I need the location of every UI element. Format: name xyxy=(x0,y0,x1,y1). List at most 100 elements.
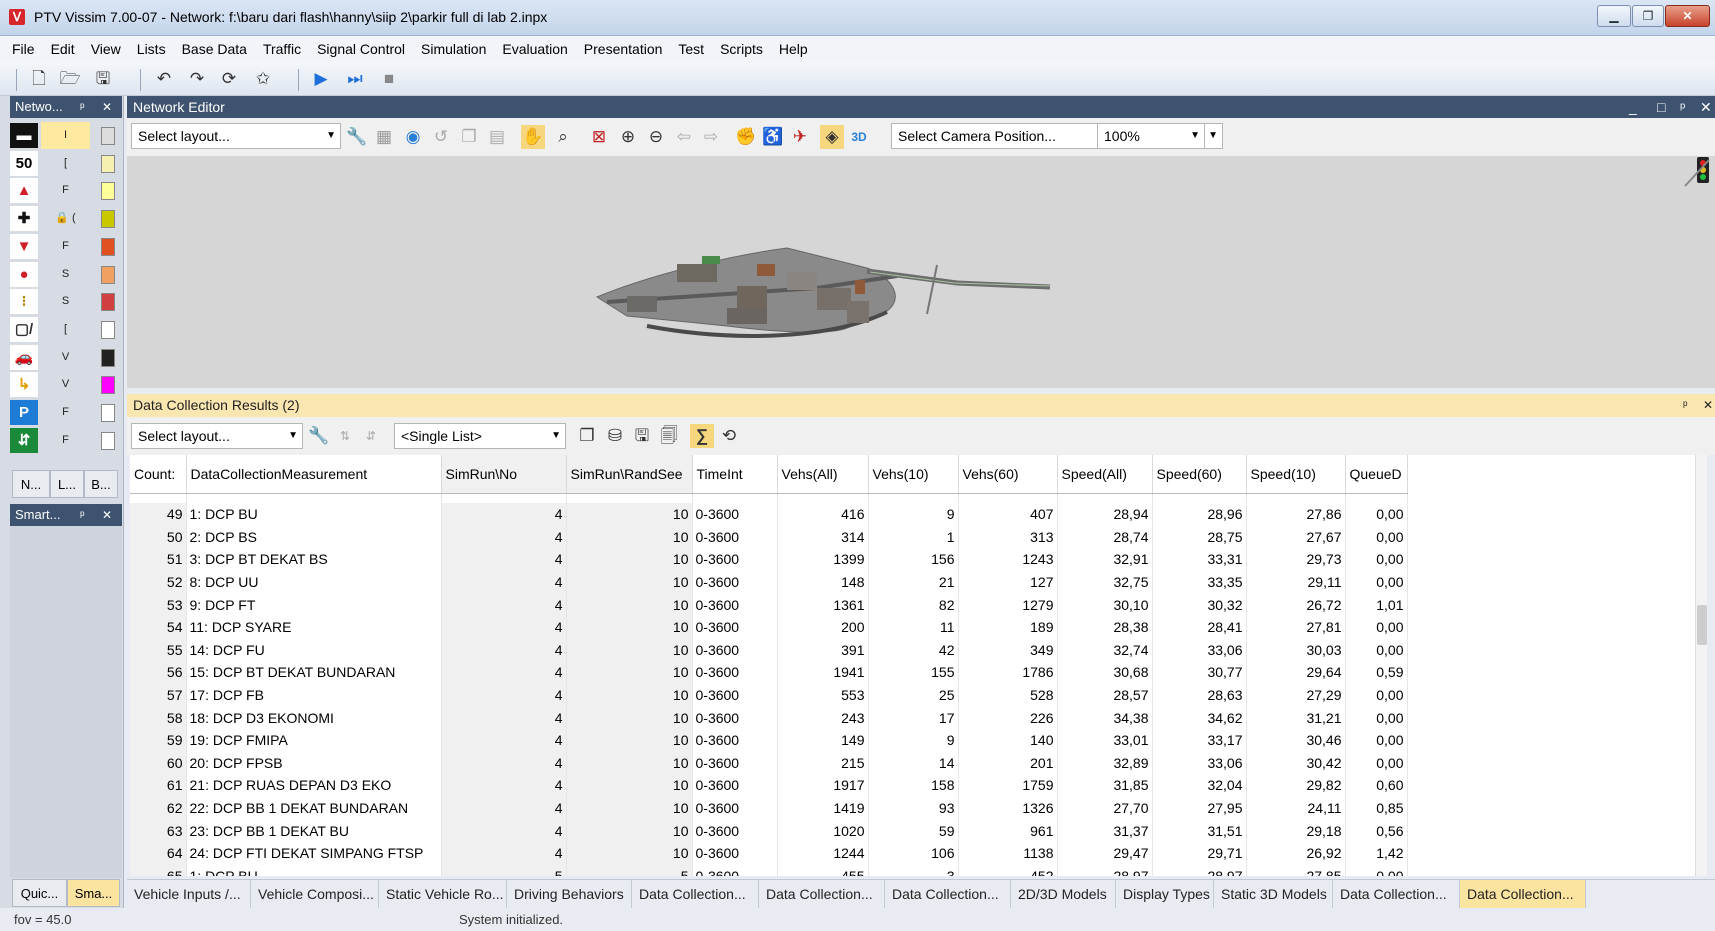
table-cell[interactable]: 349 xyxy=(958,638,1058,662)
table-cell[interactable]: 4 xyxy=(441,615,567,639)
close-icon[interactable]: ✕ xyxy=(102,504,112,526)
table-cell[interactable]: 1: DCP BU xyxy=(186,503,442,526)
table-cell[interactable]: 32,91 xyxy=(1057,548,1153,571)
float-pane-icon[interactable]: □ xyxy=(1657,96,1665,118)
palette-color-swatch[interactable] xyxy=(101,293,115,312)
table-cell[interactable]: 28,38 xyxy=(1057,615,1153,639)
table-cell[interactable]: 0-3600 xyxy=(692,819,778,842)
table-row[interactable]: 63 23: DCP BB 1 DEKAT BU 4 10 0-3600 1020 59 96… xyxy=(130,819,1408,842)
table-cell[interactable]: 10 xyxy=(566,638,693,662)
pin-icon[interactable]: ᵖ xyxy=(80,504,85,526)
table-row[interactable]: 60 20: DCP FPSB 4 10 0-3600 215 14 201 32,89 33,0… xyxy=(130,751,1408,775)
table-cell[interactable]: 9 xyxy=(868,503,959,526)
table-cell[interactable]: 30,10 xyxy=(1057,593,1153,616)
vertical-scrollbar[interactable] xyxy=(1695,455,1707,876)
menu-item-view[interactable]: View xyxy=(83,36,129,62)
globe-icon[interactable]: ◉ xyxy=(401,125,425,149)
vehicle-inputs-icon[interactable]: 🚗 xyxy=(10,344,38,370)
tab-levels[interactable]: L... xyxy=(50,470,84,498)
table-cell[interactable]: 18: DCP D3 EKONOMI xyxy=(186,706,442,729)
palette-visibility-toggle[interactable]: V xyxy=(41,344,90,371)
column-header[interactable]: Speed(All) xyxy=(1057,455,1153,494)
table-cell[interactable]: 1020 xyxy=(777,819,869,842)
column-header[interactable]: SimRun\No xyxy=(441,455,567,494)
table-cell[interactable]: 28,74 xyxy=(1057,525,1153,549)
tab-backgrounds[interactable]: B... xyxy=(84,470,118,498)
table-cell[interactable]: 10 xyxy=(566,525,693,549)
table-cell[interactable]: 10 xyxy=(566,503,693,526)
column-header[interactable]: SimRun\RandSee xyxy=(566,455,693,494)
pin-icon[interactable]: ᵖ xyxy=(1683,394,1688,417)
table-cell[interactable]: 0-3600 xyxy=(692,706,778,729)
palette-row[interactable]: ▲ F xyxy=(10,177,118,204)
pin-icon[interactable]: ᵖ xyxy=(80,96,85,118)
table-cell[interactable]: 27,81 xyxy=(1246,615,1346,639)
rotate-icon[interactable]: ↺ xyxy=(429,125,453,149)
table-cell[interactable]: 8: DCP UU xyxy=(186,570,442,594)
palette-visibility-toggle[interactable]: I xyxy=(41,122,90,149)
table-cell[interactable]: 49 xyxy=(130,503,187,526)
table-cell[interactable]: 29,11 xyxy=(1246,570,1346,594)
table-cell[interactable]: 57 xyxy=(130,683,187,707)
save-icon[interactable]: 🖫 xyxy=(630,424,654,448)
menu-item-presentation[interactable]: Presentation xyxy=(576,36,671,62)
save-as-icon[interactable]: 🗐 xyxy=(657,424,681,448)
table-cell[interactable]: 0,00 xyxy=(1345,548,1408,571)
menu-item-edit[interactable]: Edit xyxy=(43,36,83,62)
scrollbar-thumb[interactable] xyxy=(1697,605,1707,645)
table-cell[interactable]: 0-3600 xyxy=(692,525,778,549)
table-cell[interactable]: 156 xyxy=(868,548,959,571)
table-cell[interactable]: 17 xyxy=(868,706,959,729)
palette-visibility-toggle[interactable]: F xyxy=(41,399,90,426)
zoom-select[interactable]: 100% ▼ xyxy=(1097,123,1205,149)
table-cell[interactable]: 0,56 xyxy=(1345,819,1408,842)
menu-item-simulation[interactable]: Simulation xyxy=(413,36,494,62)
table-cell[interactable]: 140 xyxy=(958,728,1058,752)
table-cell[interactable]: 407 xyxy=(958,503,1058,526)
table-cell[interactable]: 0,00 xyxy=(1345,503,1408,526)
table-cell[interactable]: 65 xyxy=(130,864,187,876)
table-cell[interactable]: 1326 xyxy=(958,796,1058,820)
priority-rules-icon[interactable]: ▼ xyxy=(10,233,38,259)
palette-visibility-toggle[interactable]: F xyxy=(41,177,90,204)
undo-icon[interactable]: ↶ xyxy=(152,67,176,91)
favorite-icon[interactable]: ✩ xyxy=(251,67,275,91)
table-cell[interactable]: 391 xyxy=(777,638,869,662)
table-row[interactable]: 59 19: DCP FMIPA 4 10 0-3600 149 9 140 33,01 33,1… xyxy=(130,728,1408,752)
table-cell[interactable]: 29,73 xyxy=(1246,548,1346,571)
table-cell[interactable]: 1361 xyxy=(777,593,869,616)
tab-display-types[interactable]: Display Types xyxy=(1116,880,1214,908)
table-cell[interactable]: 4 xyxy=(441,683,567,707)
table-cell[interactable]: 10 xyxy=(566,706,693,729)
table-cell[interactable]: 28,63 xyxy=(1152,683,1247,707)
table-cell[interactable]: 31,37 xyxy=(1057,819,1153,842)
table-cell[interactable]: 0,00 xyxy=(1345,683,1408,707)
tab-smart-map[interactable]: Sma... xyxy=(67,879,120,907)
menu-item-evaluation[interactable]: Evaluation xyxy=(494,36,575,62)
table-cell[interactable]: 10 xyxy=(566,570,693,594)
table-cell[interactable]: 148 xyxy=(777,570,869,594)
table-cell[interactable]: 528 xyxy=(958,683,1058,707)
table-cell[interactable]: 4 xyxy=(441,796,567,820)
column-header[interactable]: Vehs(All) xyxy=(777,455,869,494)
palette-color-swatch[interactable] xyxy=(101,404,115,422)
3d-mode-icon[interactable]: 3D xyxy=(847,125,871,149)
column-header[interactable]: TimeInt xyxy=(692,455,778,494)
column-header[interactable]: Speed(10) xyxy=(1246,455,1346,494)
table-cell[interactable]: 0,00 xyxy=(1345,615,1408,639)
paste-icon[interactable]: ▤ xyxy=(485,125,509,149)
table-cell[interactable]: 29,18 xyxy=(1246,819,1346,842)
table-cell[interactable]: 27,67 xyxy=(1246,525,1346,549)
table-cell[interactable]: 52 xyxy=(130,570,187,594)
table-cell[interactable]: 58 xyxy=(130,706,187,729)
table-cell[interactable]: 25 xyxy=(868,683,959,707)
table-cell[interactable]: 0,00 xyxy=(1345,525,1408,549)
table-cell[interactable]: 4 xyxy=(441,841,567,865)
list-mode-select[interactable]: <Single List> ▼ xyxy=(394,423,566,449)
detectors-icon[interactable]: ▢/ xyxy=(10,316,38,342)
zoom-in-icon[interactable]: ⊕ xyxy=(616,125,640,149)
menu-item-signal-control[interactable]: Signal Control xyxy=(309,36,413,62)
table-cell[interactable]: 4 xyxy=(441,751,567,775)
column-header[interactable]: DataCollectionMeasurement xyxy=(186,455,442,494)
table-cell[interactable]: 452 xyxy=(958,864,1058,876)
